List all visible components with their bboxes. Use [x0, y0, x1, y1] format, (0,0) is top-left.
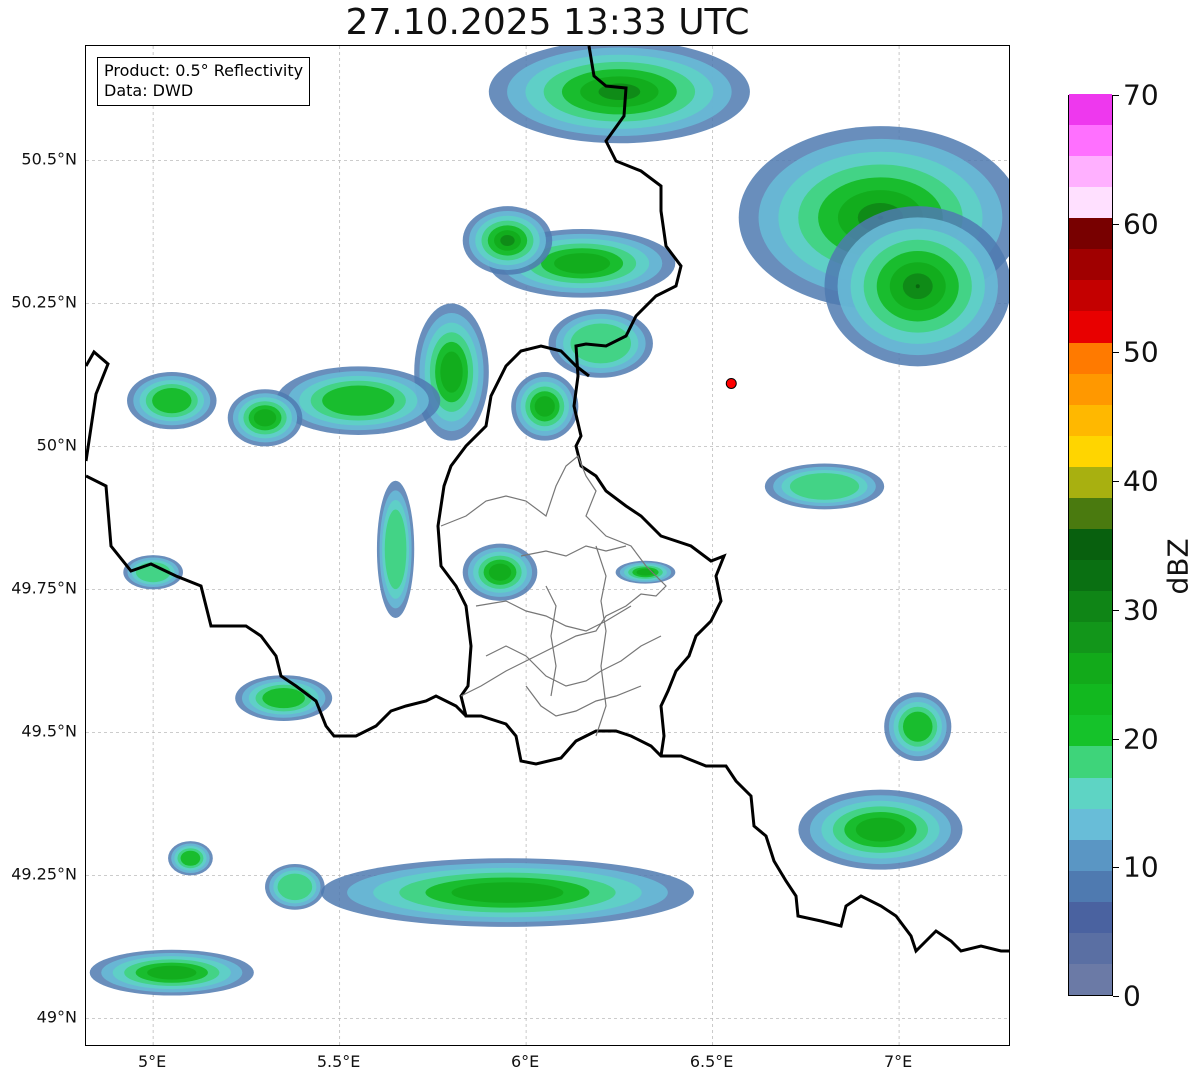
precipitation-echo [262, 688, 306, 709]
longitude-tick-label: 6°E [510, 1052, 540, 1071]
colorbar-segment [1069, 683, 1112, 716]
colorbar-segment [1069, 248, 1112, 281]
precipitation-echo [855, 817, 906, 842]
colorbar-tick-mark [1113, 481, 1119, 483]
colorbar-segment [1069, 777, 1112, 809]
radar-site-marker [725, 377, 737, 389]
precipitation-echo [253, 409, 277, 427]
colorbar-segment [1069, 808, 1112, 840]
precipitation-echo [152, 388, 192, 414]
colorbar-tick-mark [1113, 867, 1119, 869]
colorbar-segment [1069, 528, 1112, 561]
latitude-tick-label: 49.75°N [11, 578, 77, 598]
longitude-tick-label: 6.5°E [689, 1052, 734, 1071]
colorbar-segment [1069, 186, 1112, 219]
colorbar-tick-mark [1113, 223, 1119, 225]
colorbar [1068, 93, 1113, 996]
precipitation-echo [902, 711, 933, 742]
precipitation-echo [500, 234, 515, 246]
colorbar-segment [1069, 497, 1112, 529]
longitude-tick-label: 5.5°E [316, 1052, 361, 1071]
latitude-tick-label: 49.25°N [11, 864, 77, 884]
colorbar-segment [1069, 652, 1112, 685]
longitude-tick-label: 7°E [883, 1052, 913, 1071]
latitude-tick-label: 50°N [36, 435, 77, 455]
precipitation-echo [384, 509, 407, 590]
colorbar-tick-label: 60 [1123, 207, 1159, 241]
colorbar-segment [1069, 373, 1112, 405]
colorbar-segment [1069, 342, 1112, 374]
precipitation-echo [451, 882, 564, 903]
colorbar-segment [1069, 466, 1112, 498]
latitude-tick-label: 50.5°N [21, 149, 77, 169]
precipitation-echo [789, 473, 860, 500]
longitude-tick-label: 5°E [137, 1052, 167, 1071]
canton-border [595, 545, 607, 737]
precipitation-echo [180, 850, 201, 866]
product-info-box: Product: 0.5° Reflectivity Data: DWD [97, 57, 311, 106]
radar-map-canvas [86, 46, 1009, 1045]
colorbar-segment [1069, 714, 1112, 747]
radar-map [85, 45, 1010, 1046]
colorbar-segment [1069, 217, 1112, 250]
precipitation-echo [534, 396, 555, 417]
national-border [572, 46, 727, 757]
colorbar-tick-mark [1113, 738, 1119, 740]
colorbar-segment [1069, 93, 1112, 126]
colorbar-tick-mark [1113, 352, 1119, 354]
canton-border [545, 585, 557, 697]
colorbar-segment [1069, 932, 1112, 964]
map-title: 27.10.2025 13:33 UTC [345, 2, 750, 43]
precipitation-echo [554, 253, 611, 274]
colorbar-tick-label: 40 [1123, 464, 1159, 498]
colorbar-segment [1069, 745, 1112, 778]
canton-border [485, 635, 662, 687]
colorbar-segment [1069, 404, 1112, 436]
canton-border [475, 600, 632, 632]
precipitation-echo [322, 385, 395, 416]
precipitation-echo [440, 351, 463, 393]
colorbar-segment [1069, 901, 1112, 933]
colorbar-segment [1069, 124, 1112, 157]
national-border [86, 349, 110, 462]
canton-border [520, 545, 627, 557]
colorbar-tick-label: 20 [1123, 722, 1159, 756]
colorbar-tick-label: 70 [1123, 78, 1159, 112]
colorbar-segment [1069, 839, 1112, 871]
colorbar-tick-mark [1113, 996, 1119, 997]
product-label: Product: 0.5° Reflectivity [104, 61, 304, 80]
colorbar-segment [1069, 559, 1112, 592]
colorbar-segment [1069, 621, 1112, 654]
canton-border [525, 685, 642, 717]
precipitation-echo [488, 563, 512, 581]
colorbar-tick-mark [1113, 609, 1119, 611]
precipitation-echo [147, 965, 197, 980]
colorbar-segment [1069, 870, 1112, 902]
colorbar-segment [1069, 279, 1112, 312]
colorbar-segment [1069, 155, 1112, 188]
latitude-tick-label: 50.25°N [11, 292, 77, 312]
colorbar-tick-mark [1113, 95, 1119, 96]
colorbar-segment [1069, 590, 1112, 623]
colorbar-segment [1069, 963, 1112, 995]
colorbar-label: dBZ [1161, 538, 1195, 595]
precipitation-echo [915, 284, 920, 289]
data-source-label: Data: DWD [104, 81, 194, 100]
colorbar-tick-label: 30 [1123, 593, 1159, 627]
colorbar-tick-label: 0 [1123, 979, 1141, 1013]
colorbar-segment [1069, 311, 1112, 343]
colorbar-tick-label: 50 [1123, 335, 1159, 369]
colorbar-segment [1069, 435, 1112, 467]
latitude-tick-label: 49°N [36, 1007, 77, 1027]
latitude-tick-label: 49.5°N [21, 721, 77, 741]
precipitation-layer [89, 46, 1009, 996]
precipitation-echo [570, 323, 632, 364]
precipitation-echo [277, 873, 313, 901]
colorbar-tick-label: 10 [1123, 850, 1159, 884]
